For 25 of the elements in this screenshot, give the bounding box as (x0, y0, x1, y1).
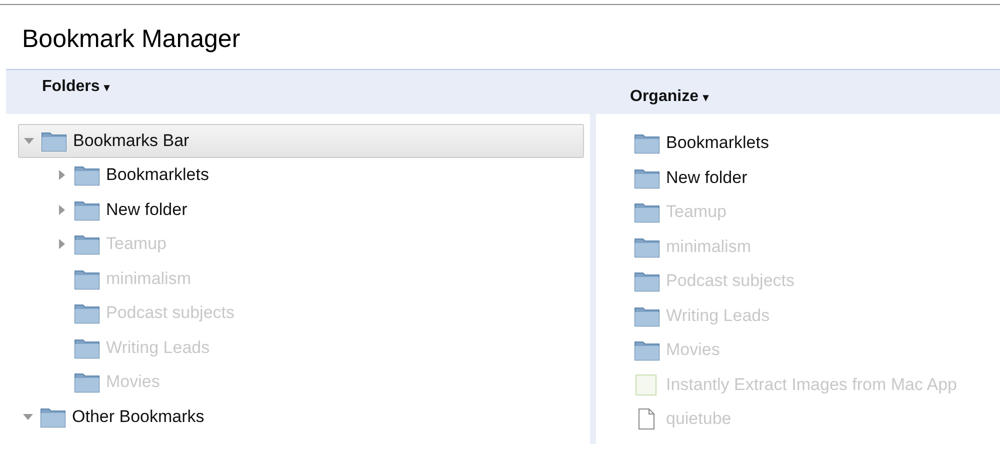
folder-icon (634, 166, 660, 189)
folder-icon (634, 132, 660, 154)
tree-item[interactable]: Other Bookmarks (18, 400, 590, 434)
folder-icon (74, 164, 100, 186)
folder-icon (634, 304, 660, 327)
tree-item[interactable]: Bookmarks Bar (18, 124, 584, 158)
bookmark-item[interactable]: New folder (634, 160, 958, 195)
organize-menu[interactable]: Organize ▾ (630, 88, 709, 106)
folder-icon (74, 233, 100, 256)
folder-icon (634, 201, 660, 224)
tree-item[interactable]: New folder (18, 192, 590, 227)
tree-item[interactable]: Bookmarklets (18, 158, 590, 192)
folder-icon (41, 130, 67, 152)
folder-icon (74, 198, 100, 221)
folders-menu[interactable]: Folders ▾ (42, 78, 110, 96)
folder-icon (74, 336, 100, 359)
folder-icon (74, 302, 100, 324)
folder-icon (74, 371, 100, 394)
folder-icon (74, 268, 100, 290)
bookmark-item[interactable]: Bookmarklets (634, 126, 958, 160)
folder-icon (634, 270, 660, 292)
folder-icon (634, 339, 660, 362)
folder-icon (40, 406, 66, 428)
folder-icon (634, 236, 660, 258)
window-title: Bookmark Manager (22, 25, 242, 55)
